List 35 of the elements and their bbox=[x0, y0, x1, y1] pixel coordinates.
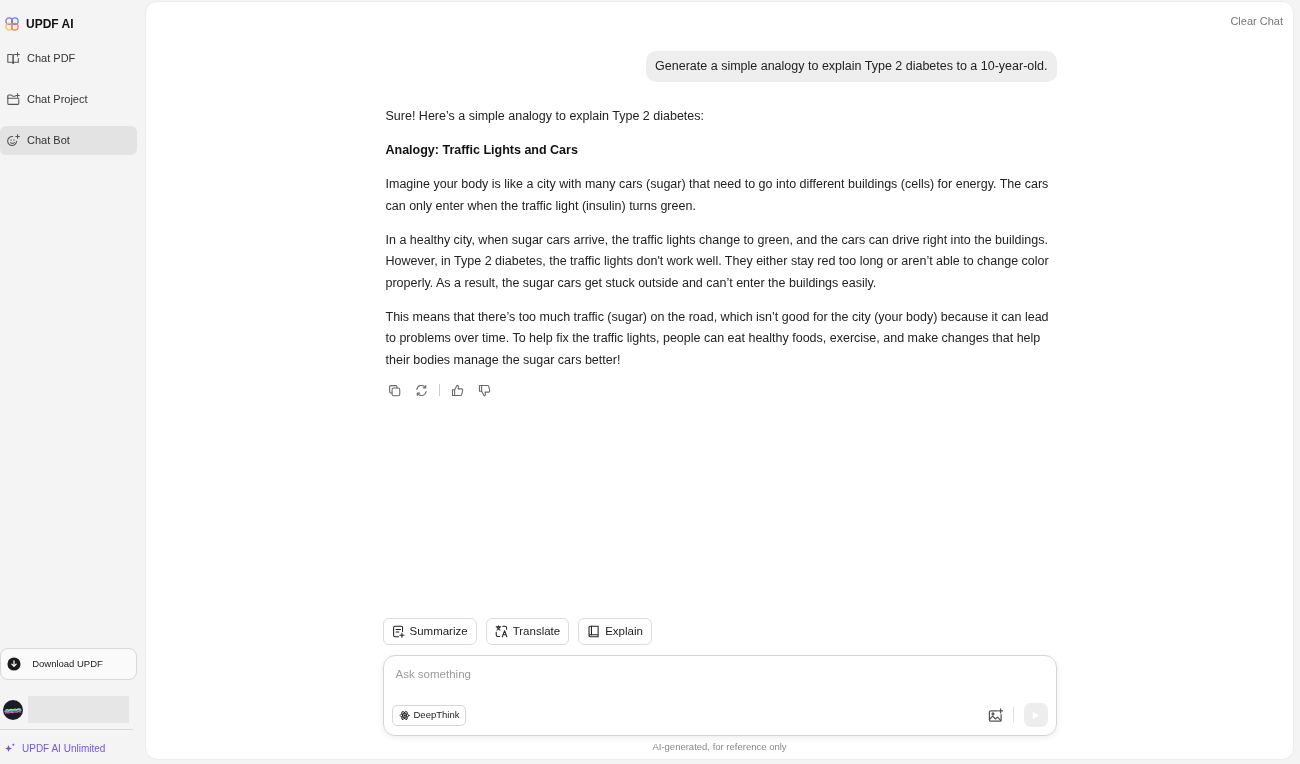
sidebar-item[interactable]: Chat Bot bbox=[0, 126, 137, 155]
clear-chat-button[interactable]: Clear Chat bbox=[1230, 12, 1283, 30]
upgrade-link[interactable]: UPDF AI Unlimited bbox=[0, 741, 137, 755]
sidebar-item[interactable]: Chat PDF bbox=[0, 44, 137, 73]
thumbs-down-icon[interactable] bbox=[477, 383, 491, 397]
sidebar-item[interactable]: Chat Project bbox=[0, 85, 137, 114]
book-icon bbox=[7, 52, 20, 65]
atom-icon bbox=[398, 709, 410, 721]
quick-action-button[interactable]: Summarize bbox=[382, 618, 477, 645]
quick-action-button[interactable]: Translate bbox=[485, 618, 570, 645]
translate-icon bbox=[494, 625, 508, 638]
message-input[interactable]: Ask something DeepThink bbox=[382, 655, 1057, 736]
deepthink-button[interactable]: DeepThink bbox=[391, 704, 467, 726]
disclaimer-text: AI-generated, for reference only bbox=[651, 741, 788, 753]
thumbs-up-icon[interactable] bbox=[450, 383, 464, 397]
download-icon bbox=[7, 657, 21, 671]
avatar-icon[interactable] bbox=[3, 699, 23, 720]
quick-action-button[interactable]: Explain bbox=[578, 618, 652, 645]
sparkle-icon bbox=[4, 742, 16, 754]
copy-icon[interactable] bbox=[387, 383, 401, 397]
refresh-icon[interactable] bbox=[414, 383, 428, 397]
response-paragraph: Sure! Here’s a simple analogy to explain Type 2 diabetes: bbox=[385, 108, 705, 125]
user-message: Generate a simple analogy to explain Type 2 diabetes to a 10-year-old. bbox=[646, 51, 1057, 82]
response-paragraph: In a healthy city, when sugar cars arrive, the traffic lights change to green, and the cars can drive right into the buildings. However, in Type 2 diabetes, the traffic lights don't work well. They either stay red too long or aren’t able to change color properly. As a result, the sugar cars get stuck outside and can’t enter the buildings easily. bbox=[385, 231, 1050, 292]
document-icon bbox=[391, 625, 405, 638]
smiley-icon bbox=[7, 134, 20, 147]
logo-icon bbox=[4, 16, 20, 32]
image-add-icon[interactable] bbox=[987, 707, 1003, 723]
folder-icon bbox=[7, 93, 20, 106]
response-paragraph: This means that there’s too much traffic (sugar) on the road, which isn’t good for the city (your body) because it can lead to problems over time. To help fix the traffic lights, people can eat healthy foods, exercise, and make changes that help their bodies manage the sugar cars better! bbox=[385, 308, 1050, 369]
response-paragraph: Imagine your body is like a city with many cars (sugar) that need to go into different buildings (cells) for energy. The cars can only enter when the traffic light (insulin) turns green. bbox=[385, 176, 1050, 215]
download-button[interactable]: Download UPDF bbox=[0, 648, 137, 680]
book-icon bbox=[587, 625, 601, 638]
response-heading: Analogy: Traffic Lights and Cars bbox=[385, 142, 579, 159]
brand-name: UPDF AI bbox=[26, 16, 74, 33]
